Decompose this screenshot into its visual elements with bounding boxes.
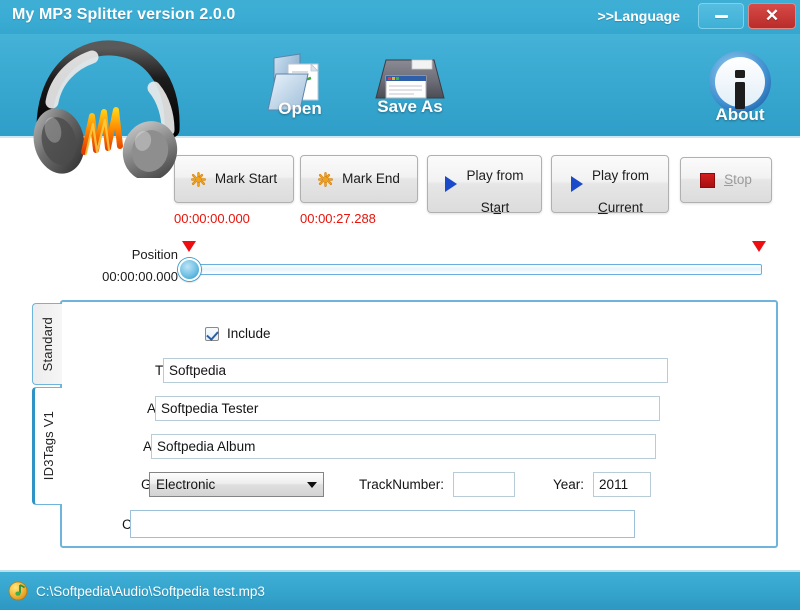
- application-window: My MP3 Splitter version 2.0.0 >>Language…: [0, 0, 800, 610]
- minimize-icon: [714, 14, 728, 18]
- stop-button[interactable]: Stop: [680, 157, 772, 203]
- include-checkbox[interactable]: [205, 326, 219, 341]
- tab-id3tags-v1[interactable]: ID3Tags V1: [32, 387, 62, 505]
- genre-selected-value: Electronic: [156, 477, 216, 492]
- year-input[interactable]: [593, 472, 652, 497]
- about-button[interactable]: About: [692, 48, 788, 125]
- year-label: Year:: [553, 477, 585, 492]
- tracknumber-input[interactable]: [453, 472, 516, 497]
- mark-end-label: Mark End: [342, 171, 400, 187]
- mark-start-label: Mark Start: [214, 171, 278, 187]
- genre-select[interactable]: Electronic: [149, 472, 324, 497]
- album-input[interactable]: [151, 434, 656, 459]
- mark-end-time: 00:00:27.288: [300, 211, 376, 226]
- album-field-row: Album:: [143, 434, 656, 459]
- save-as-button[interactable]: Save As: [358, 52, 462, 117]
- chevron-down-icon: [301, 473, 323, 496]
- about-label: About: [715, 105, 765, 124]
- mark-end-button[interactable]: Mark End: [300, 155, 418, 203]
- play-from-current-label: Play from Current: [592, 152, 649, 216]
- include-label: Include: [227, 326, 271, 341]
- play-from-current-line2: Current: [597, 199, 643, 215]
- tab-standard-label: Standard: [40, 316, 55, 372]
- open-button[interactable]: Open: [250, 52, 350, 119]
- mark-start-time: 00:00:00.000: [174, 211, 250, 226]
- comment-input[interactable]: [130, 510, 635, 538]
- start-marker-icon[interactable]: [182, 241, 196, 252]
- stop-square-icon: [700, 172, 716, 188]
- minimize-button[interactable]: [698, 3, 744, 29]
- tab-standard[interactable]: Standard: [32, 303, 62, 385]
- genre-field-row: Genre: Electronic TrackNumber: Year:: [141, 472, 652, 497]
- include-checkbox-row[interactable]: Include: [205, 326, 271, 341]
- position-slider-handle[interactable]: [178, 258, 201, 281]
- close-icon: ✕: [764, 5, 780, 25]
- open-label: Open: [278, 99, 322, 118]
- artist-input[interactable]: [155, 396, 660, 421]
- artist-field-row: Artist:: [147, 396, 660, 421]
- close-button[interactable]: ✕: [748, 3, 796, 29]
- play-from-start-button[interactable]: Play from Start: [427, 152, 542, 216]
- play-triangle-icon: [570, 176, 583, 192]
- status-bar: C:\Softpedia\Audio\Softpedia test.mp3: [0, 570, 800, 610]
- music-file-icon: [8, 581, 28, 601]
- language-link[interactable]: >>Language: [598, 8, 680, 24]
- stop-label: Stop: [724, 172, 752, 188]
- status-file-path: C:\Softpedia\Audio\Softpedia test.mp3: [36, 583, 265, 599]
- tracknumber-label: TrackNumber:: [359, 477, 445, 492]
- play-triangle-icon: [445, 176, 458, 192]
- title-field-row: Title:: [155, 358, 668, 383]
- play-from-start-line2: Start: [480, 199, 510, 215]
- title-input[interactable]: [163, 358, 668, 383]
- comment-field-row: Comment:: [122, 510, 635, 538]
- end-marker-icon[interactable]: [752, 241, 766, 252]
- position-time: 00:00:00.000: [102, 269, 178, 284]
- window-title: My MP3 Splitter version 2.0.0: [12, 6, 236, 23]
- title-bar: My MP3 Splitter version 2.0.0 >>Language…: [0, 0, 800, 34]
- mark-start-button[interactable]: Mark Start: [174, 155, 294, 203]
- play-from-current-button[interactable]: Play from Current: [551, 152, 669, 216]
- position-label: Position: [131, 247, 178, 262]
- star-icon: [318, 171, 334, 187]
- save-as-label: Save As: [377, 97, 443, 116]
- position-slider-track[interactable]: [196, 264, 762, 275]
- play-from-current-line1: Play from: [591, 168, 649, 184]
- star-icon: [190, 171, 206, 187]
- play-from-start-label: Play from Start: [466, 152, 523, 216]
- tab-id3tags-v1-label: ID3Tags V1: [41, 411, 56, 481]
- play-from-start-line1: Play from: [466, 168, 524, 184]
